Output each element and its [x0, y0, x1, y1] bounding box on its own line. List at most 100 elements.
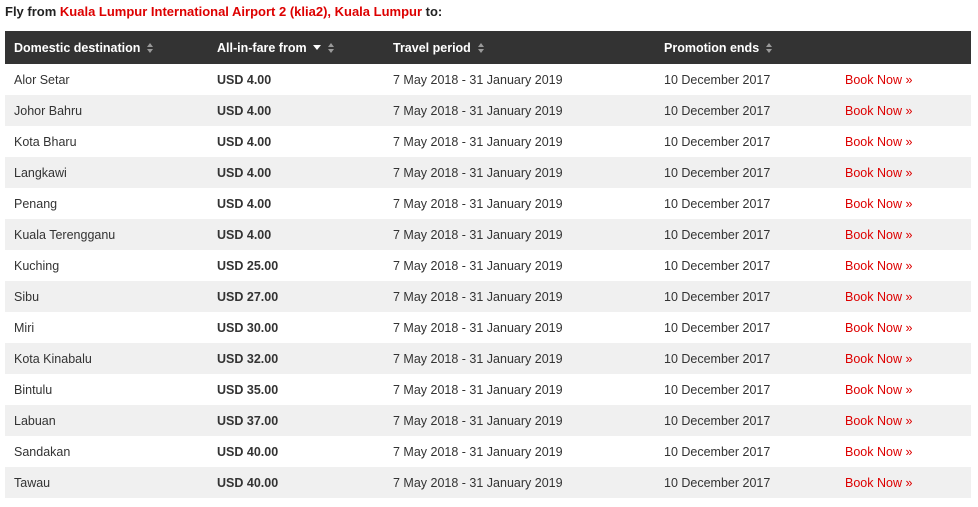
- column-header-label: Travel period: [393, 40, 471, 55]
- promotion-ends-cell: 10 December 2017: [664, 219, 845, 250]
- origin-airport-link[interactable]: Kuala Lumpur International Airport 2 (kl…: [60, 4, 422, 19]
- promotion-ends-cell: 10 December 2017: [664, 126, 845, 157]
- promotion-ends-cell: 10 December 2017: [664, 281, 845, 312]
- table-row: Johor Bahru USD 4.00 7 May 2018 - 31 Jan…: [5, 95, 971, 126]
- action-cell: Book Now »: [845, 95, 971, 126]
- sort-icon[interactable]: [327, 42, 334, 53]
- column-header-action: [845, 31, 971, 64]
- fares-table: Domestic destination All-in-fare from Tr…: [5, 31, 971, 498]
- column-header-promotion-ends[interactable]: Promotion ends: [664, 31, 845, 64]
- travel-period-cell: 7 May 2018 - 31 January 2019: [393, 312, 664, 343]
- promotion-ends-cell: 10 December 2017: [664, 374, 845, 405]
- sort-icon[interactable]: [147, 42, 154, 53]
- fare-cell: USD 40.00: [217, 467, 393, 498]
- travel-period-cell: 7 May 2018 - 31 January 2019: [393, 436, 664, 467]
- fare-cell: USD 37.00: [217, 405, 393, 436]
- sort-icon[interactable]: [766, 42, 773, 53]
- travel-period-cell: 7 May 2018 - 31 January 2019: [393, 64, 664, 95]
- caret-down-icon: [312, 45, 321, 50]
- promotion-ends-cell: 10 December 2017: [664, 312, 845, 343]
- promotion-ends-cell: 10 December 2017: [664, 405, 845, 436]
- book-now-link[interactable]: Book Now »: [845, 166, 912, 180]
- action-cell: Book Now »: [845, 405, 971, 436]
- promotion-ends-cell: 10 December 2017: [664, 467, 845, 498]
- fare-cell: USD 4.00: [217, 219, 393, 250]
- fare-cell: USD 4.00: [217, 126, 393, 157]
- travel-period-cell: 7 May 2018 - 31 January 2019: [393, 405, 664, 436]
- travel-period-cell: 7 May 2018 - 31 January 2019: [393, 95, 664, 126]
- destination-cell: Johor Bahru: [5, 95, 217, 126]
- travel-period-cell: 7 May 2018 - 31 January 2019: [393, 219, 664, 250]
- table-row: Kota Bharu USD 4.00 7 May 2018 - 31 Janu…: [5, 126, 971, 157]
- heading-prefix: Fly from: [5, 4, 60, 19]
- action-cell: Book Now »: [845, 157, 971, 188]
- action-cell: Book Now »: [845, 219, 971, 250]
- fare-cell: USD 32.00: [217, 343, 393, 374]
- page-heading: Fly from Kuala Lumpur International Airp…: [5, 4, 442, 19]
- action-cell: Book Now »: [845, 467, 971, 498]
- travel-period-cell: 7 May 2018 - 31 January 2019: [393, 188, 664, 219]
- book-now-link[interactable]: Book Now »: [845, 414, 912, 428]
- book-now-link[interactable]: Book Now »: [845, 73, 912, 87]
- book-now-link[interactable]: Book Now »: [845, 352, 912, 366]
- action-cell: Book Now »: [845, 312, 971, 343]
- column-header-destination[interactable]: Domestic destination: [5, 31, 217, 64]
- promotion-ends-cell: 10 December 2017: [664, 95, 845, 126]
- book-now-link[interactable]: Book Now »: [845, 445, 912, 459]
- promotion-ends-cell: 10 December 2017: [664, 64, 845, 95]
- book-now-link[interactable]: Book Now »: [845, 383, 912, 397]
- book-now-link[interactable]: Book Now »: [845, 228, 912, 242]
- column-header-label: Promotion ends: [664, 40, 760, 55]
- destination-cell: Kuala Terengganu: [5, 219, 217, 250]
- destination-cell: Tawau: [5, 467, 217, 498]
- book-now-link[interactable]: Book Now »: [845, 104, 912, 118]
- travel-period-cell: 7 May 2018 - 31 January 2019: [393, 157, 664, 188]
- book-now-link[interactable]: Book Now »: [845, 259, 912, 273]
- heading-suffix: to:: [422, 4, 443, 19]
- fare-cell: USD 30.00: [217, 312, 393, 343]
- travel-period-cell: 7 May 2018 - 31 January 2019: [393, 467, 664, 498]
- fare-cell: USD 4.00: [217, 95, 393, 126]
- promotion-ends-cell: 10 December 2017: [664, 188, 845, 219]
- promotion-ends-cell: 10 December 2017: [664, 436, 845, 467]
- book-now-link[interactable]: Book Now »: [845, 197, 912, 211]
- destination-cell: Kota Bharu: [5, 126, 217, 157]
- destination-cell: Alor Setar: [5, 64, 217, 95]
- table-row: Sandakan USD 40.00 7 May 2018 - 31 Janua…: [5, 436, 971, 467]
- destination-cell: Sandakan: [5, 436, 217, 467]
- book-now-link[interactable]: Book Now »: [845, 290, 912, 304]
- promotion-ends-cell: 10 December 2017: [664, 250, 845, 281]
- destination-cell: Penang: [5, 188, 217, 219]
- column-header-label: Domestic destination: [14, 40, 141, 55]
- fare-cell: USD 35.00: [217, 374, 393, 405]
- promotion-ends-cell: 10 December 2017: [664, 157, 845, 188]
- table-row: Miri USD 30.00 7 May 2018 - 31 January 2…: [5, 312, 971, 343]
- fare-cell: USD 4.00: [217, 64, 393, 95]
- destination-cell: Labuan: [5, 405, 217, 436]
- action-cell: Book Now »: [845, 374, 971, 405]
- destination-cell: Kota Kinabalu: [5, 343, 217, 374]
- action-cell: Book Now »: [845, 126, 971, 157]
- column-header-travel-period[interactable]: Travel period: [393, 31, 664, 64]
- table-row: Kuching USD 25.00 7 May 2018 - 31 Januar…: [5, 250, 971, 281]
- action-cell: Book Now »: [845, 64, 971, 95]
- table-row: Alor Setar USD 4.00 7 May 2018 - 31 Janu…: [5, 64, 971, 95]
- destination-cell: Kuching: [5, 250, 217, 281]
- sort-icon[interactable]: [477, 42, 484, 53]
- destination-cell: Bintulu: [5, 374, 217, 405]
- table-row: Bintulu USD 35.00 7 May 2018 - 31 Januar…: [5, 374, 971, 405]
- book-now-link[interactable]: Book Now »: [845, 476, 912, 490]
- action-cell: Book Now »: [845, 343, 971, 374]
- column-header-label: All-in-fare from: [217, 40, 307, 55]
- column-header-fare[interactable]: All-in-fare from: [217, 31, 393, 64]
- book-now-link[interactable]: Book Now »: [845, 321, 912, 335]
- travel-period-cell: 7 May 2018 - 31 January 2019: [393, 126, 664, 157]
- table-row: Kota Kinabalu USD 32.00 7 May 2018 - 31 …: [5, 343, 971, 374]
- table-row: Sibu USD 27.00 7 May 2018 - 31 January 2…: [5, 281, 971, 312]
- table-row: Tawau USD 40.00 7 May 2018 - 31 January …: [5, 467, 971, 498]
- travel-period-cell: 7 May 2018 - 31 January 2019: [393, 374, 664, 405]
- action-cell: Book Now »: [845, 250, 971, 281]
- book-now-link[interactable]: Book Now »: [845, 135, 912, 149]
- table-header-row: Domestic destination All-in-fare from Tr…: [5, 31, 971, 64]
- table-row: Labuan USD 37.00 7 May 2018 - 31 January…: [5, 405, 971, 436]
